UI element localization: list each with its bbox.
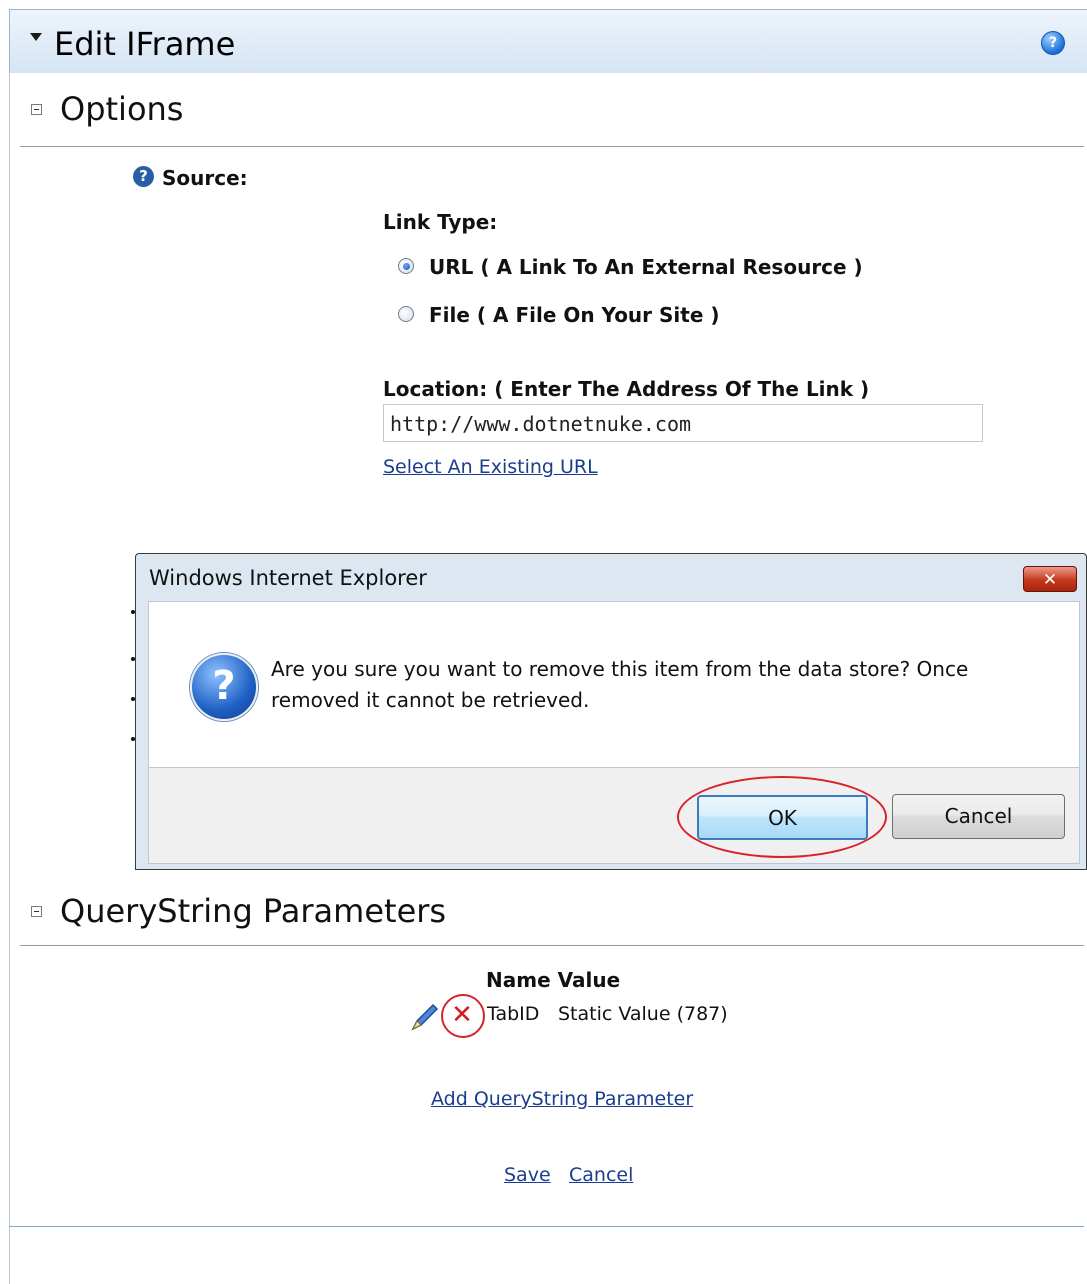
url-radio-label[interactable]: URL ( A Link To An External Resource ) [429, 255, 863, 279]
options-section-title: Options [60, 90, 184, 128]
add-querystring-link[interactable]: Add QueryString Parameter [431, 1088, 693, 1110]
param-value: Static Value (787) [558, 1003, 728, 1025]
cancel-button[interactable]: Cancel [892, 794, 1065, 839]
file-radio-label[interactable]: File ( A File On Your Site ) [429, 303, 720, 327]
divider [20, 945, 1084, 946]
page-title: Edit IFrame [54, 25, 236, 63]
left-border [9, 73, 10, 1284]
location-label: Location: ( Enter The Address Of The Lin… [383, 377, 870, 401]
source-help-icon[interactable]: ? [133, 166, 154, 187]
table-header: Name Value [486, 968, 621, 992]
close-icon[interactable]: ✕ [1023, 566, 1077, 592]
collapse-arrow-icon[interactable] [30, 33, 42, 41]
link-type-label: Link Type: [383, 210, 498, 234]
highlight-oval [677, 776, 887, 858]
dialog-title: Windows Internet Explorer [149, 566, 427, 590]
param-name: TabID [487, 1003, 540, 1025]
source-label: Source: [162, 166, 248, 190]
select-existing-url-link[interactable]: Select An Existing URL [383, 456, 598, 478]
dialog-message: Are you sure you want to remove this ite… [271, 657, 969, 712]
querystring-collapse-icon[interactable] [31, 906, 42, 917]
cancel-link[interactable]: Cancel [569, 1164, 633, 1186]
location-input[interactable]: http://www.dotnetnuke.com [383, 404, 983, 442]
highlight-circle [441, 994, 485, 1038]
question-icon: ? [190, 653, 258, 721]
save-link[interactable]: Save [504, 1164, 551, 1186]
querystring-section-title: QueryString Parameters [60, 892, 447, 930]
bottom-divider [9, 1226, 1084, 1227]
file-radio[interactable] [398, 306, 414, 322]
options-collapse-icon[interactable] [31, 104, 42, 115]
divider [20, 146, 1084, 147]
edit-pencil-icon[interactable] [409, 1001, 441, 1033]
url-radio[interactable] [398, 258, 414, 274]
help-icon[interactable]: ? [1041, 31, 1065, 55]
